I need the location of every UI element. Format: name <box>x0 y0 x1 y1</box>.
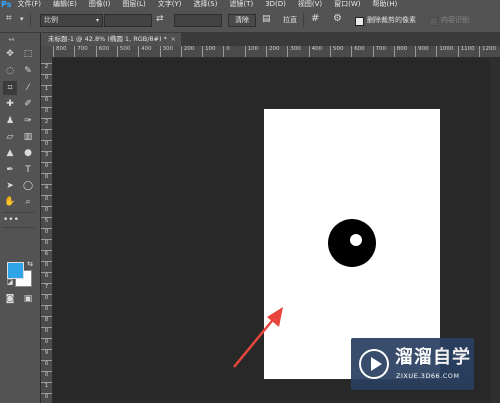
play-logo-icon <box>359 349 389 379</box>
watermark-brand: 溜溜自学 <box>395 347 471 368</box>
arrow-shaft <box>233 315 277 368</box>
watermark-url: ZIXUE.3D66.COM <box>396 372 460 380</box>
watermark-badge: 溜溜自学 ZIXUE.3D66.COM <box>351 338 474 390</box>
